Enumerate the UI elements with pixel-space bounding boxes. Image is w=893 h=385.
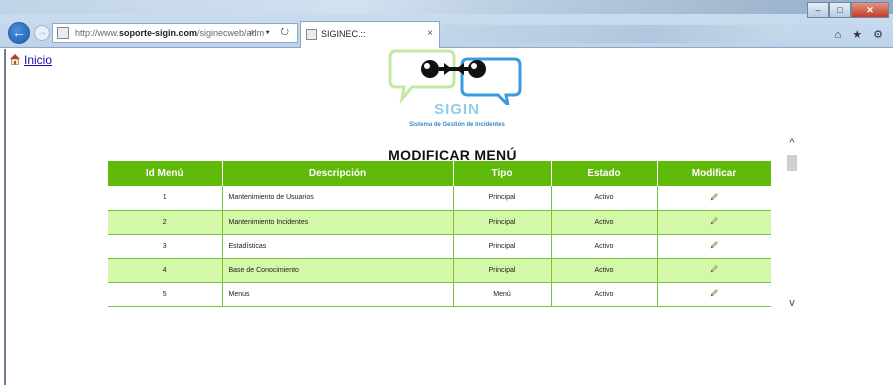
cell-tipo: Principal xyxy=(453,186,552,211)
cell-tipo: Menú xyxy=(453,282,552,307)
address-bar[interactable]: http://www.soporte-sigin.com/siginecweb/… xyxy=(52,23,298,43)
cell-estado: Activo xyxy=(551,258,658,283)
cell-estado: Activo xyxy=(551,210,658,235)
pencil-icon[interactable] xyxy=(710,265,718,273)
close-window-button[interactable]: ✕ xyxy=(851,2,889,18)
vertical-scrollbar[interactable]: ^ v xyxy=(786,133,798,315)
browser-tool-icons[interactable]: ⌂ ★ ⚙ xyxy=(835,28,887,41)
cell-descripcion: Base de Conocimiento xyxy=(222,258,454,283)
cell-tipo: Principal xyxy=(453,258,552,283)
page-left-border xyxy=(4,49,6,385)
tab-favicon-icon xyxy=(306,29,317,40)
logo-subtitle: Sistema de Gestión de Incidentes xyxy=(409,122,505,128)
table-row: 2 Mantenimiento Incidentes Principal Activo xyxy=(108,210,771,235)
home-link-label: Inicio xyxy=(24,53,53,67)
cell-modificar xyxy=(657,258,771,283)
cell-tipo: Principal xyxy=(453,210,552,235)
home-icon xyxy=(10,54,20,65)
cell-descripcion: Menus xyxy=(222,282,454,307)
tab-close-button[interactable]: × xyxy=(427,22,433,46)
logo-name: SIGIN xyxy=(434,101,480,118)
scroll-down-icon[interactable]: v xyxy=(786,297,798,309)
tab-title: SIGINEC.:: xyxy=(321,29,366,39)
cell-id: 2 xyxy=(108,210,223,235)
menu-grid: Id Menú Descripción Tipo Estado Modifica… xyxy=(108,161,771,318)
cell-estado: Activo xyxy=(551,234,658,259)
cell-estado: Activo xyxy=(551,186,658,211)
cell-id: 1 xyxy=(108,186,223,211)
cell-id: 5 xyxy=(108,282,223,307)
table-header-row: Id Menú Descripción Tipo Estado Modifica… xyxy=(108,161,771,186)
blurred-tabs xyxy=(445,25,785,43)
logo-graphic xyxy=(388,49,522,110)
cell-estado: Activo xyxy=(551,282,658,307)
cell-modificar xyxy=(657,210,771,235)
back-button[interactable]: ← xyxy=(8,22,30,44)
cell-id: 3 xyxy=(108,234,223,259)
table-row: 5 Menus Menú Activo xyxy=(108,282,771,307)
forward-button[interactable]: → xyxy=(34,25,50,41)
cell-id: 4 xyxy=(108,258,223,283)
page-content: Inicio SIGIN Sistema de Gestión de Incid… xyxy=(0,49,893,385)
cell-descripcion: Mantenimiento Incidentes xyxy=(222,210,454,235)
pencil-icon[interactable] xyxy=(710,241,718,249)
browser-tab[interactable]: SIGINEC.:: × xyxy=(300,21,440,48)
minimize-button[interactable]: – xyxy=(807,2,829,18)
maximize-button[interactable]: □ xyxy=(829,2,851,18)
url-prefix: http://www. xyxy=(75,28,120,38)
cell-modificar xyxy=(657,234,771,259)
cell-modificar xyxy=(657,186,771,211)
header-estado[interactable]: Estado xyxy=(551,161,658,186)
scroll-up-icon[interactable]: ^ xyxy=(786,137,798,149)
window-controls: – □ ✕ xyxy=(807,2,889,18)
header-descripcion[interactable]: Descripción xyxy=(222,161,454,186)
cell-tipo: Principal xyxy=(453,234,552,259)
address-tools[interactable]: ⌕ ▾ ↻ xyxy=(249,24,293,42)
browser-toolbar: ← → http://www.soporte-sigin.com/siginec… xyxy=(0,0,893,48)
cell-descripcion: Mantenimiento de Usuarios xyxy=(222,186,454,211)
header-modificar: Modificar xyxy=(657,161,771,186)
header-tipo[interactable]: Tipo xyxy=(453,161,552,186)
cell-modificar xyxy=(657,282,771,307)
cell-descripcion: Estadísticas xyxy=(222,234,454,259)
pencil-icon[interactable] xyxy=(710,217,718,225)
home-link[interactable]: Inicio xyxy=(9,53,52,67)
url-domain: soporte-sigin.com xyxy=(119,28,198,38)
header-id[interactable]: Id Menú xyxy=(108,161,223,186)
table-row: 1 Mantenimiento de Usuarios Principal Activ… xyxy=(108,186,771,211)
pencil-icon[interactable] xyxy=(710,192,718,201)
menu-table: Id Menú Descripción Tipo Estado Modifica… xyxy=(108,161,771,307)
sigin-logo: SIGIN Sistema de Gestión de Incidentes xyxy=(380,49,534,131)
table-body: 1 Mantenimiento de Usuarios Principal Activ… xyxy=(108,186,771,307)
title-bar xyxy=(0,0,893,14)
table-row: 4 Base de Conocimiento Principal Activo xyxy=(108,258,771,283)
scroll-thumb[interactable] xyxy=(787,155,797,171)
table-row: 3 Estadísticas Principal Activo xyxy=(108,234,771,259)
favicon-icon xyxy=(57,27,69,39)
pencil-icon[interactable] xyxy=(710,289,718,297)
